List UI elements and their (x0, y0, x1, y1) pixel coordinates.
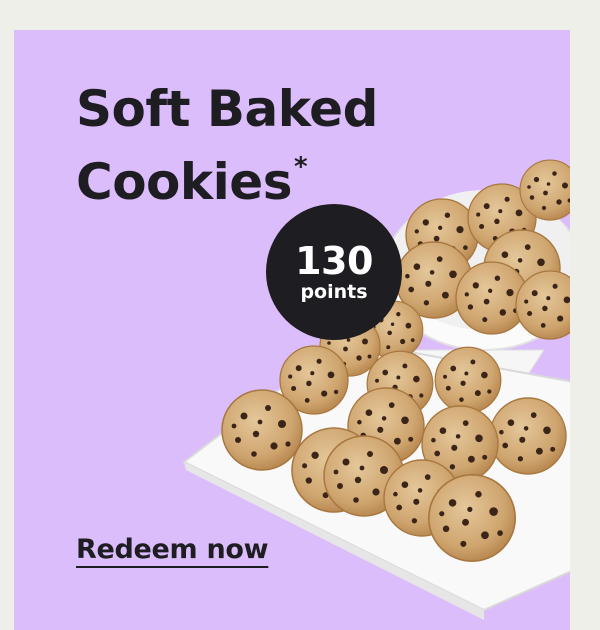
title-line-1: Soft Baked (76, 80, 378, 138)
redeem-now-link[interactable]: Redeem now (76, 534, 269, 565)
title-line-2: Cookies* (76, 138, 378, 211)
title-line-2-text: Cookies (76, 153, 292, 211)
points-unit: points (300, 281, 368, 303)
promo-title: Soft Baked Cookies* (76, 80, 378, 211)
promo-card: Soft Baked Cookies* 130 points Redeem no… (14, 30, 570, 630)
points-badge: 130 points (266, 204, 402, 340)
points-value: 130 (295, 239, 373, 283)
asterisk-mark: * (293, 152, 308, 182)
